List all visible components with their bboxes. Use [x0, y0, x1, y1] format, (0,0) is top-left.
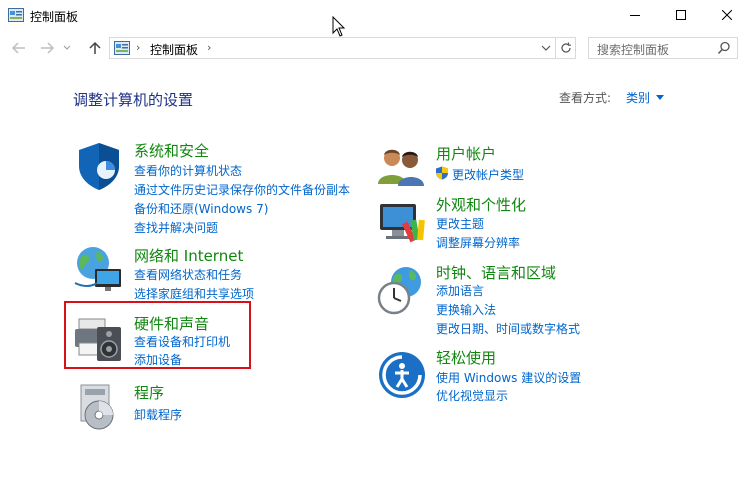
view-by-dropdown[interactable]: 类别 — [626, 89, 650, 106]
clock-globe-icon[interactable] — [376, 264, 428, 316]
link-uninstall-program[interactable]: 卸载程序 — [134, 406, 182, 423]
view-by-label: 查看方式: — [559, 91, 612, 105]
display-palette-icon[interactable] — [376, 196, 428, 248]
forward-arrow-icon — [41, 42, 54, 54]
link-network-status[interactable]: 查看网络状态和任务 — [134, 266, 242, 283]
link-add-language[interactable]: 添加语言 — [436, 282, 484, 299]
recent-locations-button[interactable] — [62, 39, 72, 57]
uac-shield-icon — [436, 166, 448, 180]
link-change-input-method[interactable]: 更换输入法 — [436, 301, 496, 318]
refresh-button[interactable] — [556, 37, 576, 59]
network-globe-icon[interactable] — [73, 243, 125, 295]
back-button[interactable] — [10, 39, 28, 57]
ease-of-access-icon[interactable] — [376, 349, 428, 401]
link-optimize-visual-display[interactable]: 优化视觉显示 — [436, 387, 508, 404]
window-title: 控制面板 — [30, 10, 79, 24]
link-troubleshoot[interactable]: 查找并解决问题 — [134, 219, 218, 236]
breadcrumb-chevron-icon[interactable]: › — [207, 41, 211, 54]
minimize-icon — [630, 15, 640, 16]
link-screen-resolution[interactable]: 调整屏幕分辨率 — [436, 234, 520, 251]
minimize-button[interactable] — [612, 0, 658, 30]
maximize-button[interactable] — [658, 0, 704, 30]
category-heading-network[interactable]: 网络和 Internet — [134, 245, 243, 266]
maximize-icon — [676, 10, 686, 20]
page-title: 调整计算机的设置 — [73, 91, 194, 109]
category-heading-clock-language-region[interactable]: 时钟、语言和区域 — [436, 262, 556, 283]
mouse-cursor-icon — [332, 16, 346, 37]
highlight-box — [64, 301, 251, 369]
chevron-down-icon — [63, 45, 71, 50]
forward-button[interactable] — [38, 39, 56, 57]
category-heading-appearance[interactable]: 外观和个性化 — [436, 194, 526, 215]
category-heading-system-security[interactable]: 系统和安全 — [134, 140, 209, 161]
link-change-account-type[interactable]: 更改帐户类型 — [452, 166, 524, 183]
up-button[interactable] — [86, 39, 104, 57]
programs-disc-icon[interactable] — [73, 381, 125, 433]
link-windows-recommended-settings[interactable]: 使用 Windows 建议的设置 — [436, 369, 581, 386]
control-panel-icon — [114, 41, 130, 55]
link-change-theme[interactable]: 更改主题 — [436, 215, 484, 232]
breadcrumb-item[interactable]: 控制面板 — [150, 41, 198, 58]
up-arrow-icon — [89, 41, 101, 54]
link-backup-restore[interactable]: 备份和还原(Windows 7) — [134, 200, 268, 217]
chevron-down-icon[interactable] — [656, 95, 664, 100]
category-heading-programs[interactable]: 程序 — [134, 382, 164, 403]
refresh-icon — [560, 42, 571, 53]
address-dropdown-icon[interactable] — [538, 41, 554, 55]
search-icon[interactable] — [717, 41, 731, 55]
title-bar: 控制面板 — [0, 0, 750, 31]
link-view-computer-status[interactable]: 查看你的计算机状态 — [134, 162, 242, 179]
control-panel-icon — [8, 8, 24, 22]
breadcrumb-chevron-icon[interactable]: › — [136, 41, 140, 54]
link-homegroup-sharing[interactable]: 选择家庭组和共享选项 — [134, 285, 254, 302]
close-icon — [722, 10, 732, 20]
shield-icon[interactable] — [73, 140, 125, 192]
address-bar[interactable]: › 控制面板 › — [109, 37, 556, 59]
search-box[interactable]: 搜索控制面板 — [588, 37, 738, 59]
link-change-date-time-format[interactable]: 更改日期、时间或数字格式 — [436, 320, 580, 337]
search-input[interactable]: 搜索控制面板 — [597, 41, 669, 58]
category-heading-ease-of-access[interactable]: 轻松使用 — [436, 347, 496, 368]
users-icon[interactable] — [376, 140, 428, 192]
link-file-history[interactable]: 通过文件历史记录保存你的文件备份副本 — [134, 181, 350, 198]
back-arrow-icon — [12, 42, 25, 54]
category-heading-user-accounts[interactable]: 用户帐户 — [436, 143, 496, 164]
close-button[interactable] — [704, 0, 750, 30]
